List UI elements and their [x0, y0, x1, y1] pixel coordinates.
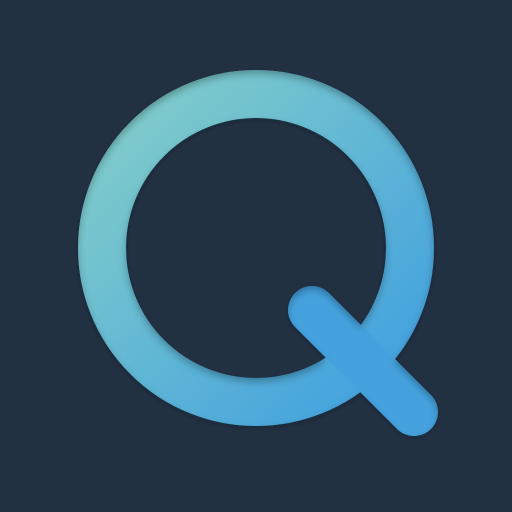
app-icon-canvas [0, 0, 512, 512]
q-glyph [78, 70, 438, 436]
q-logo-icon [78, 70, 438, 436]
